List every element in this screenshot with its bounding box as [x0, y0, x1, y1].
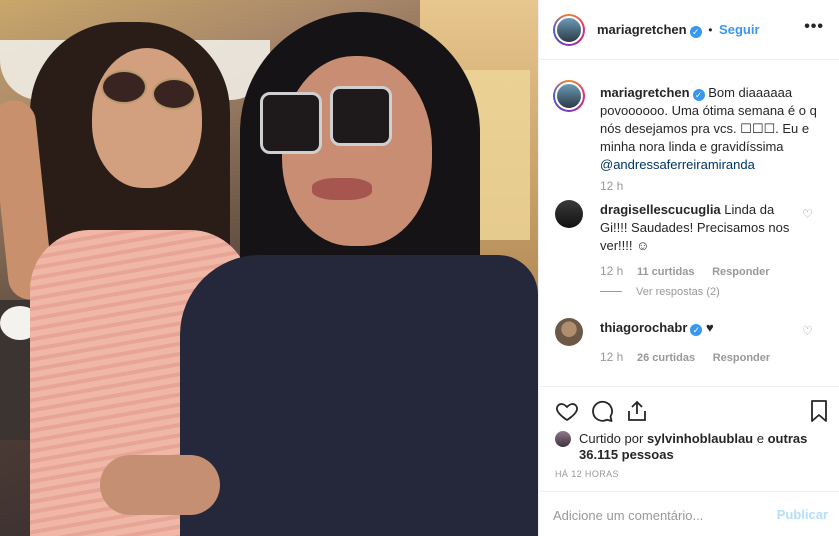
post-photo[interactable] [0, 0, 538, 536]
comment-text: ♥ [706, 320, 714, 335]
post-side-panel: mariagretchen ✓ • Seguir ••• mariagretche… [538, 0, 839, 536]
header-username[interactable]: mariagretchen [597, 22, 687, 37]
woman-left-hand [100, 455, 220, 515]
bookmark-icon[interactable] [807, 399, 831, 423]
comment-username[interactable]: thiagorochabr [600, 320, 687, 335]
add-comment-bar: Publicar [539, 491, 839, 536]
comment-like-heart-icon[interactable]: ♡ [802, 208, 814, 220]
post-header: mariagretchen ✓ • Seguir ••• [539, 0, 839, 60]
woman-right-lips [312, 178, 372, 200]
woman-left-sunglasses-right-lens [152, 78, 196, 110]
comment-time[interactable]: 12 h [600, 264, 623, 278]
header-author-line: mariagretchen ✓ • Seguir [597, 22, 760, 38]
publish-button[interactable]: Publicar [777, 507, 828, 522]
likes-middle: e [756, 431, 764, 446]
comment-avatar[interactable] [555, 200, 583, 228]
caption: mariagretchen ✓ Bom diaaaaaa povoooooo. U… [600, 84, 820, 174]
instagram-post-modal: mariagretchen ✓ • Seguir ••• mariagretche… [0, 0, 839, 536]
comment-item: dragisellescucuglia Linda da Gi!!!! Saud… [600, 201, 800, 255]
view-replies[interactable]: Ver respostas (2) [600, 283, 720, 298]
comment-meta: 12 h 11 curtidas Responder [600, 263, 770, 278]
verified-badge-icon: ✓ [692, 89, 705, 101]
author-avatar[interactable] [553, 14, 585, 46]
comment-likes-count[interactable]: 11 curtidas [637, 266, 694, 278]
comment-meta: 12 h 26 curtidas Responder [600, 349, 770, 364]
liker-username[interactable]: sylvinhoblaublau [647, 431, 753, 446]
view-replies-line [600, 291, 622, 293]
verified-badge-icon: ✓ [690, 324, 703, 336]
comment-reply-button[interactable]: Responder [712, 266, 769, 278]
comment-likes-count[interactable]: 26 curtidas [637, 352, 695, 364]
caption-mention-link[interactable]: @andressaferreiramiranda [600, 157, 755, 172]
follow-button[interactable]: Seguir [719, 22, 759, 37]
woman-left-face [92, 48, 202, 188]
woman-right-sunglasses-left-lens [260, 92, 322, 154]
likes-summary: Curtido por sylvinhoblaublau e outras 36… [579, 431, 829, 463]
woman-right-navy-shirt [180, 255, 538, 536]
post-timestamp[interactable]: HÁ 12 HORAS [555, 469, 619, 479]
add-comment-input[interactable] [553, 506, 773, 524]
follow-separator: • [708, 23, 713, 37]
post-actions-section: Curtido por sylvinhoblaublau e outras 36… [539, 386, 839, 536]
likes-prefix: Curtido por [579, 431, 644, 446]
liker-avatar[interactable] [555, 431, 571, 447]
comment-avatar[interactable] [555, 318, 583, 346]
caption-time[interactable]: 12 h [600, 179, 623, 193]
verified-badge-icon: ✓ [689, 26, 702, 38]
comment-item: thiagorochabr ✓ ♥ [600, 319, 800, 337]
comments-list[interactable]: mariagretchen ✓ Bom diaaaaaa povoooooo. U… [539, 60, 839, 386]
caption-username[interactable]: mariagretchen [600, 85, 690, 100]
comment-time[interactable]: 12 h [600, 350, 623, 364]
caption-avatar[interactable] [553, 80, 585, 112]
comment-bubble-icon[interactable] [590, 399, 614, 423]
more-options-icon[interactable]: ••• [804, 18, 824, 36]
comment-reply-button[interactable]: Responder [713, 352, 770, 364]
view-replies-label[interactable]: Ver respostas (2) [636, 286, 720, 298]
comment-username[interactable]: dragisellescucuglia [600, 202, 721, 217]
comment-like-heart-icon[interactable]: ♡ [802, 325, 814, 337]
woman-left-sunglasses-left-lens [101, 70, 147, 104]
share-icon[interactable] [625, 399, 649, 423]
woman-right-sunglasses-right-lens [330, 86, 392, 146]
heart-outline-icon[interactable] [555, 399, 579, 423]
